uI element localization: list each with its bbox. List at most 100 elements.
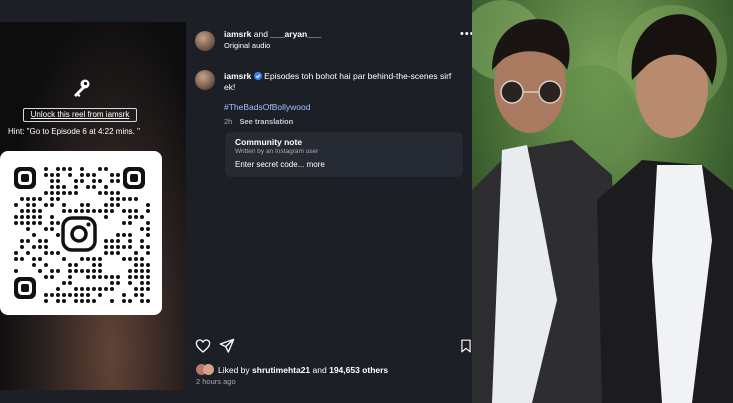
- top-band: [0, 0, 472, 22]
- qr-dot: [134, 209, 138, 213]
- qr-dot: [122, 197, 126, 201]
- qr-dot: [104, 287, 108, 291]
- qr-dot: [110, 173, 114, 177]
- qr-dot: [116, 245, 120, 249]
- qr-dot: [98, 257, 102, 261]
- qr-dot: [98, 269, 102, 273]
- liker-username[interactable]: shrutimehta21: [252, 365, 310, 375]
- qr-finder-top-right: [123, 167, 145, 189]
- qr-dot: [62, 281, 66, 285]
- qr-dot: [80, 167, 84, 171]
- heart-icon[interactable]: [195, 338, 211, 354]
- qr-dot: [68, 263, 72, 267]
- coauthor-link[interactable]: ___aryan___: [270, 29, 321, 39]
- qr-dot: [122, 257, 126, 261]
- qr-dot: [62, 209, 66, 213]
- qr-dot: [98, 167, 102, 171]
- share-icon[interactable]: [219, 338, 235, 354]
- qr-dot: [116, 203, 120, 207]
- qr-dot: [56, 287, 60, 291]
- qr-dot: [62, 167, 66, 171]
- qr-dot: [104, 167, 108, 171]
- qr-dot: [74, 263, 78, 267]
- qr-dot: [128, 221, 132, 225]
- unlock-reel-link[interactable]: Unlock this reel from iamsrk: [23, 108, 137, 122]
- qr-dot: [50, 251, 54, 255]
- more-link[interactable]: more: [307, 160, 325, 169]
- qr-dot: [86, 173, 90, 177]
- qr-dot: [74, 185, 78, 189]
- caption-avatar[interactable]: [195, 70, 215, 90]
- qr-dot: [104, 275, 108, 279]
- post-time: 2 hours ago: [196, 377, 236, 386]
- qr-dot: [74, 209, 78, 213]
- qr-dot: [26, 221, 30, 225]
- qr-dot: [32, 197, 36, 201]
- qr-dot: [128, 239, 132, 243]
- community-note-text: Enter secret code...: [235, 160, 305, 169]
- qr-dot: [128, 209, 132, 213]
- qr-dot: [74, 179, 78, 183]
- qr-dot: [146, 251, 150, 255]
- qr-dot: [104, 239, 108, 243]
- audio-link[interactable]: Original audio: [224, 41, 270, 50]
- qr-dot: [26, 227, 30, 231]
- qr-dot: [110, 251, 114, 255]
- qr-dot: [74, 287, 78, 291]
- qr-dot: [128, 299, 132, 303]
- qr-dot: [68, 191, 72, 195]
- qr-dot: [38, 215, 42, 219]
- likes-count[interactable]: 194,653 others: [329, 365, 388, 375]
- see-translation-link[interactable]: See translation: [239, 117, 293, 126]
- qr-dot: [146, 263, 150, 267]
- qr-dot: [128, 245, 132, 249]
- qr-dot: [128, 275, 132, 279]
- qr-dot: [140, 227, 144, 231]
- qr-dot: [50, 185, 54, 189]
- likes-prefix: Liked by: [218, 365, 250, 375]
- qr-dot: [14, 251, 18, 255]
- caption-author[interactable]: iamsrk: [224, 71, 251, 81]
- qr-dot: [80, 203, 84, 207]
- qr-dot: [56, 233, 60, 237]
- qr-finder-bottom-left: [14, 277, 36, 299]
- qr-dot: [74, 299, 78, 303]
- qr-dot: [86, 185, 90, 189]
- qr-dot: [122, 245, 126, 249]
- qr-dot: [92, 173, 96, 177]
- qr-dot: [146, 269, 150, 273]
- qr-dot: [116, 233, 120, 237]
- photo-graphic: [472, 0, 733, 403]
- qr-dot: [92, 263, 96, 267]
- qr-dot: [56, 293, 60, 297]
- qr-dot: [62, 293, 66, 297]
- qr-dot: [146, 203, 150, 207]
- bottom-band: [0, 390, 472, 403]
- qr-dot: [56, 221, 60, 225]
- qr-dot: [56, 197, 60, 201]
- qr-dot: [92, 287, 96, 291]
- qr-dot: [32, 233, 36, 237]
- qr-dot: [68, 275, 72, 279]
- qr-dot: [80, 299, 84, 303]
- qr-dot: [68, 209, 72, 213]
- qr-dot: [44, 203, 48, 207]
- hashtag-link[interactable]: #TheBadsOfBollywood: [224, 102, 310, 112]
- qr-dot: [140, 293, 144, 297]
- qr-dot: [86, 293, 90, 297]
- caption-text-continued: ek!: [224, 82, 236, 92]
- post-header-authors: iamsrk and ___aryan___: [224, 29, 321, 39]
- qr-dot: [56, 299, 60, 303]
- qr-dot: [80, 173, 84, 177]
- community-note-title: Community note: [235, 137, 303, 147]
- qr-dot: [146, 281, 150, 285]
- community-note[interactable]: Community note Written by an Instagram u…: [225, 132, 463, 177]
- qr-dot: [98, 209, 102, 213]
- save-icon[interactable]: [460, 339, 472, 353]
- author-link[interactable]: iamsrk: [224, 29, 251, 39]
- avatar[interactable]: [195, 31, 215, 51]
- qr-dot: [146, 209, 150, 213]
- qr-dot: [104, 191, 108, 195]
- qr-dot: [110, 275, 114, 279]
- qr-dot: [134, 257, 138, 261]
